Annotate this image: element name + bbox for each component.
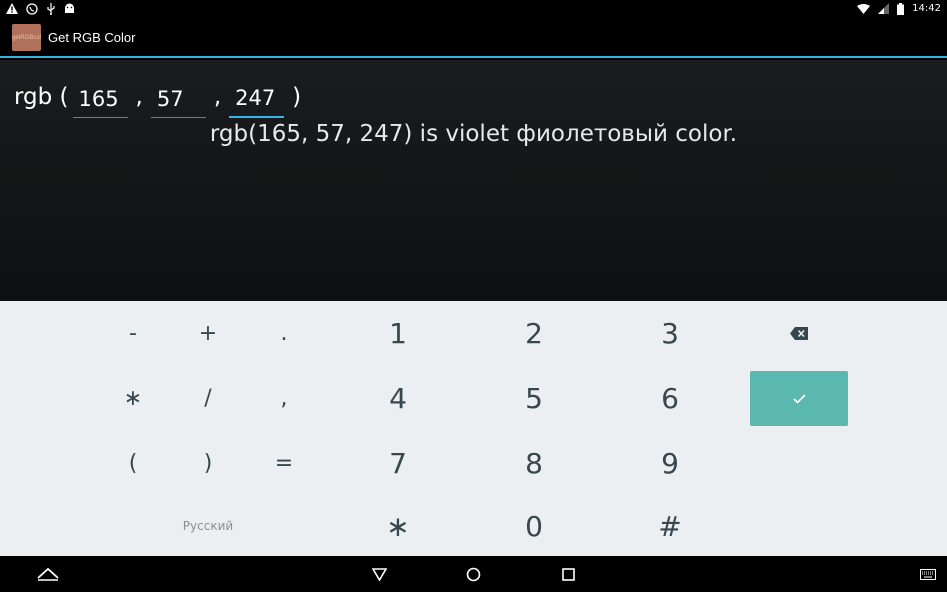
recents-button[interactable] xyxy=(547,556,589,592)
app-icon[interactable]: getRGBcol xyxy=(12,24,41,51)
checkmark-icon xyxy=(792,393,806,404)
status-time: 14:42 xyxy=(912,3,941,14)
action-bar: getRGBcol Get RGB Color xyxy=(0,17,947,58)
key-open-paren[interactable]: ( xyxy=(98,431,168,496)
android-icon xyxy=(64,3,75,14)
key-9[interactable]: 9 xyxy=(602,431,738,496)
status-bar: 14:42 xyxy=(0,0,947,17)
backspace-key[interactable] xyxy=(750,301,848,366)
app-title: Get RGB Color xyxy=(48,30,136,45)
key-close-paren[interactable]: ) xyxy=(173,431,243,496)
key-4[interactable]: 4 xyxy=(330,366,466,431)
up-icon xyxy=(37,567,59,581)
rgb-input-row: rgb ( 165 , 57 , 247 ) xyxy=(14,82,301,118)
key-1[interactable]: 1 xyxy=(330,301,466,366)
key-3[interactable]: 3 xyxy=(602,301,738,366)
key-hash[interactable]: # xyxy=(602,496,738,556)
back-button[interactable] xyxy=(358,556,400,592)
key-comma[interactable]: , xyxy=(249,366,319,431)
viber-icon xyxy=(26,2,38,15)
red-input[interactable]: 165 xyxy=(72,82,128,118)
numeric-keyboard: - + . 1 2 3 ∗ / , 4 5 6 ( ) = 7 8 9 Русс… xyxy=(0,301,947,556)
key-asterisk[interactable]: ∗ xyxy=(98,366,168,431)
home-icon xyxy=(466,567,480,581)
key-slash[interactable]: / xyxy=(173,366,243,431)
key-2[interactable]: 2 xyxy=(466,301,602,366)
key-6[interactable]: 6 xyxy=(602,366,738,431)
wifi-icon xyxy=(857,3,871,14)
battery-icon xyxy=(897,2,905,15)
rgb-prefix-label: rgb ( xyxy=(14,84,69,110)
key-minus[interactable]: - xyxy=(98,301,168,366)
recents-icon xyxy=(561,567,575,581)
signal-icon xyxy=(878,3,890,14)
keyboard-switch-button[interactable] xyxy=(910,556,946,592)
key-equals[interactable]: = xyxy=(249,431,319,496)
up-button[interactable] xyxy=(27,556,69,592)
separator-label: , xyxy=(213,84,222,110)
home-button[interactable] xyxy=(452,556,494,592)
language-key[interactable]: Русский xyxy=(140,496,276,556)
keyboard-icon xyxy=(920,568,936,580)
enter-key[interactable] xyxy=(750,371,848,426)
backspace-icon xyxy=(790,327,808,340)
green-input[interactable]: 57 xyxy=(150,82,206,118)
separator-label: , xyxy=(135,84,143,110)
app-icon-text: getRGBcol xyxy=(12,34,42,41)
key-period[interactable]: . xyxy=(249,301,319,366)
key-star[interactable]: ∗ xyxy=(330,496,466,556)
warning-icon xyxy=(6,3,18,14)
key-0[interactable]: 0 xyxy=(466,496,602,556)
key-7[interactable]: 7 xyxy=(330,431,466,496)
key-5[interactable]: 5 xyxy=(466,366,602,431)
key-plus[interactable]: + xyxy=(173,301,243,366)
usb-icon xyxy=(46,2,56,15)
key-8[interactable]: 8 xyxy=(466,431,602,496)
result-label: rgb(165, 57, 247) is violet фиолетовый c… xyxy=(209,121,738,147)
main-content: rgb ( 165 , 57 , 247 ) rgb(165, 57, 247)… xyxy=(0,60,947,301)
blue-input[interactable]: 247 xyxy=(229,82,285,118)
back-icon xyxy=(371,567,387,581)
navigation-bar xyxy=(0,556,947,592)
rgb-suffix-label: ) xyxy=(292,84,302,110)
result-text: rgb(165, 57, 247) is violet фиолетовый c… xyxy=(0,121,947,147)
